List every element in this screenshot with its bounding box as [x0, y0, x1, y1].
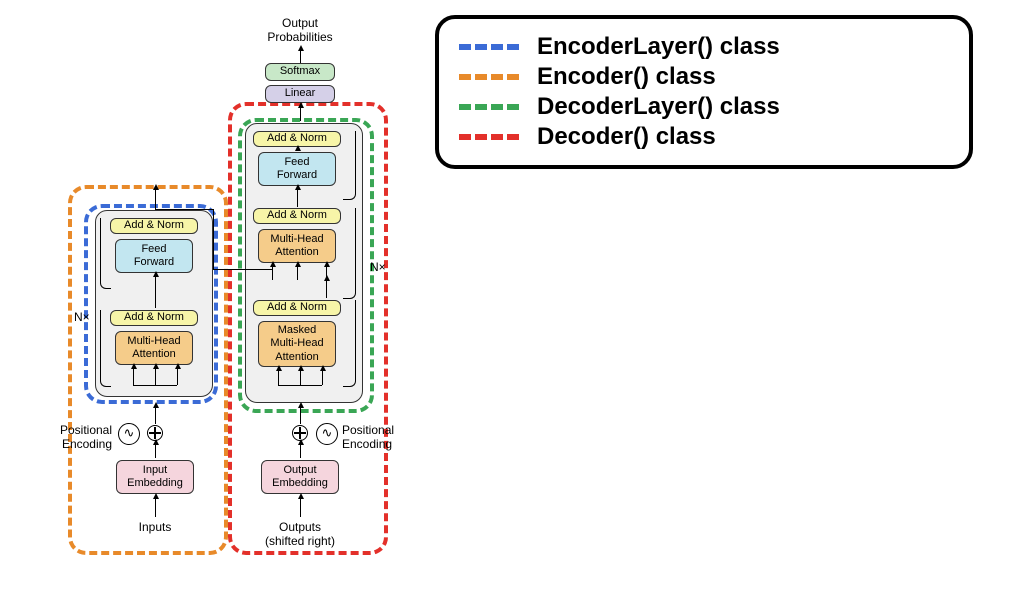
legend-item-decoderlayer: DecoderLayer() class: [459, 93, 949, 121]
encoder-feedforward: FeedForward: [115, 239, 193, 273]
nx-label-right: N×: [370, 260, 386, 274]
legend-label: DecoderLayer() class: [537, 93, 780, 121]
legend-label: Decoder() class: [537, 123, 716, 151]
legend: EncoderLayer() class Encoder() class Dec…: [435, 15, 973, 169]
encoder-addnorm-1: Add & Norm: [110, 218, 198, 234]
legend-swatch: [459, 74, 519, 80]
positional-encoding-right: PositionalEncoding: [342, 423, 404, 452]
legend-item-encoder: Encoder() class: [459, 63, 949, 91]
nx-label-left: N×: [74, 310, 90, 324]
sine-encoder: ∿: [118, 423, 140, 445]
softmax: Softmax: [265, 63, 335, 81]
legend-item-decoder: Decoder() class: [459, 123, 949, 151]
decoder-addnorm-2: Add & Norm: [253, 208, 341, 224]
sine-decoder: ∿: [316, 423, 338, 445]
legend-swatch: [459, 44, 519, 50]
legend-item-encoderlayer: EncoderLayer() class: [459, 33, 949, 61]
outputs-label: Outputs(shifted right): [260, 520, 340, 549]
legend-label: Encoder() class: [537, 63, 716, 91]
legend-label: EncoderLayer() class: [537, 33, 780, 61]
output-probabilities-label: OutputProbabilities: [260, 16, 340, 45]
decoder-addnorm-3: Add & Norm: [253, 300, 341, 316]
legend-swatch: [459, 104, 519, 110]
output-embedding: OutputEmbedding: [261, 460, 339, 494]
decoder-masked-mha: MaskedMulti-HeadAttention: [258, 321, 336, 367]
legend-swatch: [459, 134, 519, 140]
positional-encoding-left: PositionalEncoding: [50, 423, 112, 452]
linear: Linear: [265, 85, 335, 103]
input-embedding: InputEmbedding: [116, 460, 194, 494]
inputs-label: Inputs: [128, 520, 182, 534]
encoder-addnorm-2: Add & Norm: [110, 310, 198, 326]
transformer-diagram: OutputProbabilities Softmax Linear Add &…: [10, 10, 430, 590]
decoder-feedforward: FeedForward: [258, 152, 336, 186]
encoder-mha: Multi-HeadAttention: [115, 331, 193, 365]
decoder-mha: Multi-HeadAttention: [258, 229, 336, 263]
